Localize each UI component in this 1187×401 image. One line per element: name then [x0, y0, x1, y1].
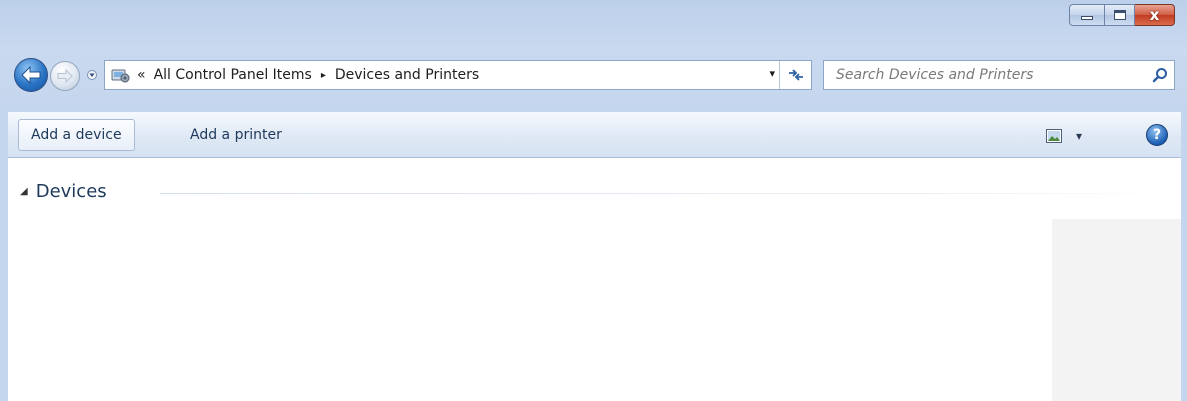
- caption-buttons: x: [1069, 4, 1175, 26]
- address-dropdown-icon[interactable]: ▾: [769, 67, 775, 80]
- window-frame-left: [0, 112, 8, 401]
- help-icon: ?: [1152, 127, 1162, 143]
- search-box[interactable]: [823, 60, 1175, 90]
- view-icon: [1046, 129, 1062, 143]
- refresh-icon: [788, 69, 803, 81]
- back-arrow-icon: [21, 66, 41, 84]
- search-icon[interactable]: [1146, 62, 1174, 88]
- address-bar[interactable]: « All Control Panel Items ▸ Devices and …: [104, 60, 812, 90]
- close-icon: x: [1149, 5, 1160, 24]
- help-button[interactable]: ?: [1146, 124, 1168, 146]
- devices-group-title: Devices: [35, 181, 107, 202]
- back-button[interactable]: [14, 58, 48, 92]
- maximize-icon: [1113, 10, 1126, 20]
- breadcrumb-all-control-panel-items[interactable]: All Control Panel Items: [154, 67, 312, 83]
- collapse-triangle-icon[interactable]: ◢: [20, 186, 28, 197]
- breadcrumb-overflow[interactable]: «: [137, 67, 146, 83]
- search-input[interactable]: [824, 62, 1146, 88]
- view-dropdown-icon[interactable]: ▾: [1076, 129, 1082, 143]
- minimize-button[interactable]: [1069, 4, 1105, 26]
- forward-arrow-icon: [57, 69, 73, 83]
- control-panel-icon: [109, 65, 131, 85]
- chevron-down-icon: [87, 70, 97, 80]
- minimize-icon: [1081, 16, 1093, 20]
- refresh-button[interactable]: [779, 61, 811, 89]
- breadcrumb-devices-and-printers[interactable]: Devices and Printers: [335, 67, 479, 83]
- window-frame-right: [1181, 112, 1187, 401]
- command-bar: Add a device Add a printer ▾ ?: [8, 112, 1181, 158]
- content-shaded-area: [1052, 219, 1181, 401]
- content-pane: ◢ Devices: [8, 159, 1181, 401]
- window-frame: [0, 0, 1187, 112]
- group-divider: [160, 193, 1178, 194]
- forward-button[interactable]: [50, 61, 80, 91]
- change-view-button[interactable]: ▾: [1046, 125, 1082, 147]
- devices-group-header[interactable]: ◢ Devices: [20, 181, 107, 202]
- breadcrumb-separator-icon[interactable]: ▸: [321, 70, 326, 81]
- add-printer-button[interactable]: Add a printer: [178, 119, 294, 151]
- close-button[interactable]: x: [1135, 4, 1175, 26]
- add-device-button[interactable]: Add a device: [18, 119, 135, 151]
- navigation-bar: « All Control Panel Items ▸ Devices and …: [0, 58, 1187, 92]
- maximize-button[interactable]: [1105, 4, 1135, 26]
- explorer-window: x « All Control Panel Items ▸ Devices an…: [0, 0, 1187, 401]
- recent-pages-button[interactable]: [83, 66, 101, 84]
